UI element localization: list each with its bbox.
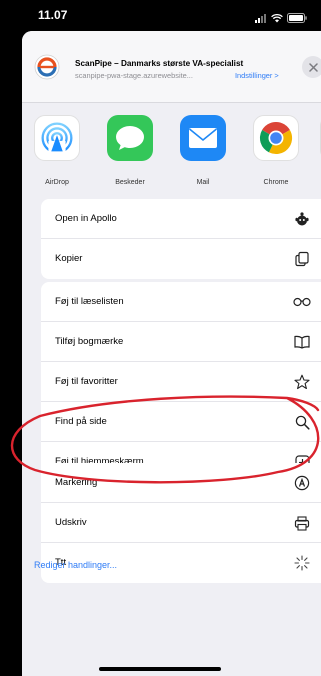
action-print[interactable]: Udskriv <box>41 503 321 543</box>
app-label: Beskeder <box>115 179 145 186</box>
action-add-reading-list[interactable]: Føj til læselisten <box>41 282 321 322</box>
app-label: Chrome <box>263 179 289 186</box>
action-group-2: Føj til læselisten Tilføj bogmærke Føj t… <box>41 282 321 482</box>
status-icons <box>255 10 307 28</box>
share-sheet: ScanPipe – Danmarks største VA-specialis… <box>22 31 321 676</box>
sparkle-icon <box>293 554 311 572</box>
action-kopier[interactable]: Kopier <box>41 239 321 279</box>
action-add-favorites[interactable]: Føj til favoritter <box>41 362 321 402</box>
printer-icon <box>293 514 311 532</box>
action-label: Udskriv <box>55 517 87 528</box>
status-bar: 11.07 <box>0 0 321 34</box>
copy-icon <box>293 250 311 268</box>
action-label: Markering <box>55 477 98 488</box>
share-header: ScanPipe – Danmarks største VA-specialis… <box>22 31 321 103</box>
scanpipe-logo-icon <box>34 54 60 80</box>
signal-icon <box>255 10 267 28</box>
action-open-in-apollo[interactable]: Open in Apollo <box>41 199 321 239</box>
page-url: scanpipe-pwa-stage.azurewebsite... <box>75 71 193 80</box>
app-label: Mail <box>196 179 210 186</box>
mail-icon <box>180 115 226 161</box>
app-messages[interactable]: Beskeder <box>107 115 157 186</box>
status-time: 11.07 <box>38 8 68 22</box>
app-airdrop[interactable]: AirDrop <box>34 115 84 186</box>
markup-icon <box>293 474 311 492</box>
action-markup[interactable]: Markering <box>41 463 321 503</box>
book-icon <box>293 333 311 351</box>
action-label: Find på side <box>55 416 107 427</box>
edit-actions-link[interactable]: Rediger handlinger... <box>34 560 117 570</box>
close-icon <box>308 62 318 72</box>
action-group-1: Open in Apollo Kopier <box>41 199 321 279</box>
search-icon <box>293 413 311 431</box>
battery-icon <box>287 10 307 28</box>
action-label: Tilføj bogmærke <box>55 336 124 347</box>
action-find-on-page[interactable]: Find på side <box>41 402 321 442</box>
app-mail[interactable]: Mail <box>180 115 230 186</box>
action-label: Open in Apollo <box>55 213 117 224</box>
apollo-icon <box>293 210 311 228</box>
share-app-row: AirDrop Beskeder Mail Chrome <box>22 103 321 211</box>
action-add-bookmark[interactable]: Tilføj bogmærke <box>41 322 321 362</box>
action-label: Føj til favoritter <box>55 376 118 387</box>
chrome-icon <box>253 115 299 161</box>
settings-link[interactable]: Indstillinger > <box>235 71 279 80</box>
home-indicator <box>99 667 221 671</box>
close-button[interactable] <box>302 56 321 78</box>
messages-icon <box>107 115 153 161</box>
app-label: AirDrop <box>45 179 69 186</box>
action-label: Føj til læselisten <box>55 296 124 307</box>
airdrop-icon <box>34 115 80 161</box>
glasses-icon <box>293 293 311 311</box>
star-icon <box>293 373 311 391</box>
action-label: Kopier <box>55 253 83 264</box>
wifi-icon <box>271 10 283 28</box>
page-title: ScanPipe – Danmarks største VA-specialis… <box>75 59 244 68</box>
app-chrome[interactable]: Chrome <box>253 115 303 186</box>
